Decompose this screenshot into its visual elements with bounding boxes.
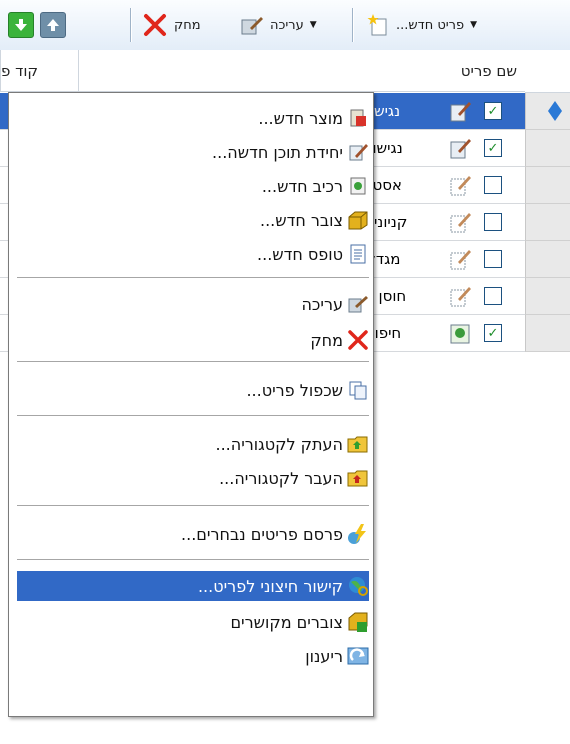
chevron-down-icon: ▼ (470, 20, 478, 30)
menu-item-linked-collections[interactable]: צוברים מקושרים (17, 607, 369, 637)
edit-item-icon (448, 247, 472, 275)
menu-item-new-product[interactable]: מוצר חדש... (17, 103, 369, 133)
menu-separator (17, 415, 369, 416)
menu-item-external-link[interactable]: קישור חיצוני לפריט... (17, 571, 369, 601)
arrow-down-icon (15, 19, 27, 31)
chevron-down-icon: ▼ (309, 20, 317, 30)
toolbar-separator (352, 8, 354, 42)
column-header-blank (525, 50, 570, 93)
product-icon (347, 107, 369, 129)
menu-item-label: העבר לקטגוריה... (219, 468, 343, 488)
folder-move-icon (347, 467, 369, 489)
edit-item-icon (448, 136, 472, 164)
folder-copy-icon (347, 433, 369, 455)
row-indicator (525, 167, 570, 204)
move-up-down-group (8, 0, 66, 50)
menu-item-label: פרסם פריטים נבחרים... (181, 524, 343, 544)
menu-item-delete[interactable]: מחק (17, 325, 369, 355)
delete-button[interactable]: מחק (142, 0, 201, 50)
move-down-button[interactable] (8, 12, 34, 38)
refresh-icon (347, 645, 369, 667)
new-item-star-icon (367, 14, 387, 36)
menu-separator (17, 505, 369, 506)
collection-box-icon (347, 209, 369, 231)
edit-item-icon (448, 284, 472, 312)
content-unit-icon (347, 141, 369, 163)
edit-item-icon (448, 210, 472, 238)
duplicate-icon (347, 379, 369, 401)
current-row-diamond-icon (548, 101, 562, 121)
item-code-header-label: קוד פ (1, 61, 39, 80)
menu-item-move-to-category[interactable]: העבר לקטגוריה... (17, 463, 369, 493)
menu-item-label: טופס חדש... (257, 244, 343, 264)
menu-item-label: צוברים מקושרים (230, 612, 343, 632)
column-header-item-code[interactable]: קוד פ (0, 50, 78, 92)
menu-item-new-form[interactable]: טופס חדש... (17, 239, 369, 269)
menu-item-label: העתק לקטגוריה... (215, 434, 343, 454)
menu-item-label: ריענון (305, 646, 343, 666)
row-indicator (525, 130, 570, 167)
column-header-item-name[interactable]: שם פריט (78, 50, 525, 92)
context-menu: מוצר חדש... יחידת תוכן חדשה... רכיב חדש.… (8, 92, 374, 717)
linked-collection-icon (347, 611, 369, 633)
menu-item-label: מחק (310, 330, 343, 350)
menu-item-new-collection[interactable]: צובר חדש... (17, 205, 369, 235)
new-item-dropdown-button[interactable]: ▼ פריט חדש... (366, 0, 477, 50)
row-indicator (525, 278, 570, 315)
menu-item-label: עריכה (301, 294, 343, 314)
picture-item-icon (448, 321, 472, 349)
menu-item-edit[interactable]: עריכה (17, 289, 369, 319)
row-indicator (525, 241, 570, 278)
menu-item-new-component[interactable]: רכיב חדש... (17, 171, 369, 201)
edit-item-icon (448, 173, 472, 201)
publish-lightning-icon (347, 523, 369, 545)
row-checkbox[interactable] (484, 213, 502, 231)
menu-item-label: יחידת תוכן חדשה... (212, 142, 343, 162)
delete-label: מחק (174, 17, 201, 33)
item-name-header-label: שם פריט (460, 61, 517, 80)
row-checkbox[interactable] (484, 250, 502, 268)
red-x-icon (144, 14, 166, 36)
edit-dropdown-button[interactable]: ▼ עריכה (240, 0, 317, 50)
menu-item-label: רכיב חדש... (261, 176, 343, 196)
edit-label: עריכה (270, 17, 304, 33)
toolbar: מחק ▼ עריכה ▼ פריט חדש... (0, 0, 570, 51)
move-up-button[interactable] (40, 12, 66, 38)
row-indicator (525, 315, 570, 352)
edit-document-icon (241, 17, 263, 35)
edit-item-icon (448, 99, 472, 127)
component-icon (347, 175, 369, 197)
menu-item-refresh[interactable]: ריענון (17, 641, 369, 671)
menu-item-duplicate-item[interactable]: שכפול פריט... (17, 375, 369, 405)
globe-link-icon (347, 575, 369, 597)
row-checkbox[interactable]: ✓ (484, 102, 502, 120)
row-checkbox[interactable] (484, 287, 502, 305)
new-item-label: פריט חדש... (396, 17, 465, 33)
menu-separator (17, 361, 369, 362)
menu-item-label: מוצר חדש... (258, 108, 343, 128)
row-checkbox[interactable]: ✓ (484, 139, 502, 157)
row-checkbox[interactable]: ✓ (484, 324, 502, 342)
menu-item-label: צובר חדש... (260, 210, 343, 230)
toolbar-separator (130, 8, 132, 42)
arrow-up-icon (47, 19, 59, 31)
menu-separator (17, 559, 369, 560)
menu-item-label: שכפול פריט... (246, 380, 343, 400)
red-x-icon (347, 329, 369, 351)
row-indicator (525, 93, 570, 130)
menu-item-copy-to-category[interactable]: העתק לקטגוריה... (17, 429, 369, 459)
edit-icon (347, 293, 369, 315)
row-checkbox[interactable] (484, 176, 502, 194)
menu-item-new-content-unit[interactable]: יחידת תוכן חדשה... (17, 137, 369, 167)
row-indicator (525, 204, 570, 241)
menu-separator (17, 277, 369, 278)
menu-item-label: קישור חיצוני לפריט... (197, 576, 343, 596)
menu-item-publish-selected[interactable]: פרסם פריטים נבחרים... (17, 519, 369, 549)
form-document-icon (347, 243, 369, 265)
